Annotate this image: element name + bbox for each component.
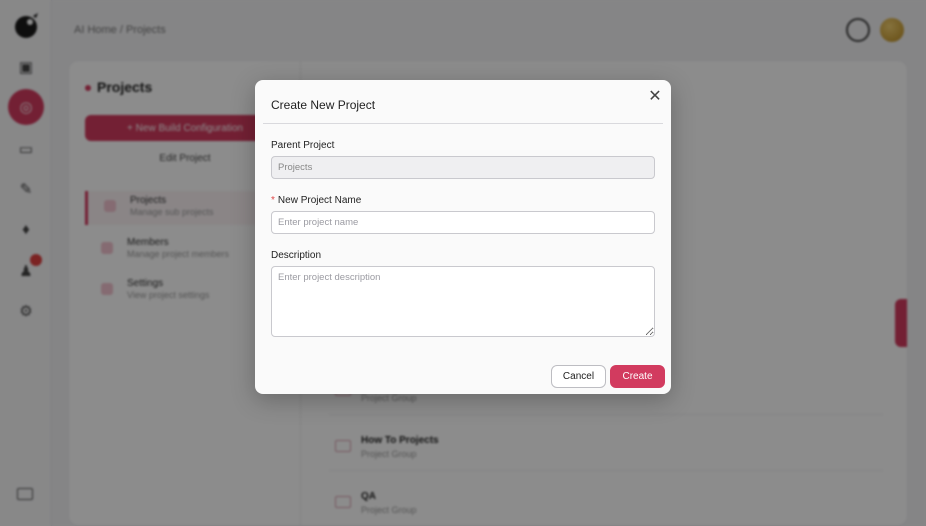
parent-project-field: Projects	[271, 156, 655, 179]
project-name-label: * New Project Name	[271, 195, 361, 206]
required-mark: *	[271, 195, 275, 206]
close-icon[interactable]: ✕	[647, 88, 663, 105]
project-name-label-text: New Project Name	[277, 195, 362, 206]
create-project-dialog: Create New Project ✕ Parent Project Proj…	[255, 80, 671, 394]
project-name-input[interactable]	[271, 211, 655, 234]
dialog-title: Create New Project	[271, 98, 376, 112]
description-label: Description	[271, 250, 322, 261]
divider	[263, 123, 663, 124]
cancel-button[interactable]: Cancel	[551, 365, 606, 388]
create-button[interactable]: Create	[610, 365, 665, 388]
parent-project-label: Parent Project	[271, 140, 335, 151]
description-textarea[interactable]	[271, 266, 655, 337]
